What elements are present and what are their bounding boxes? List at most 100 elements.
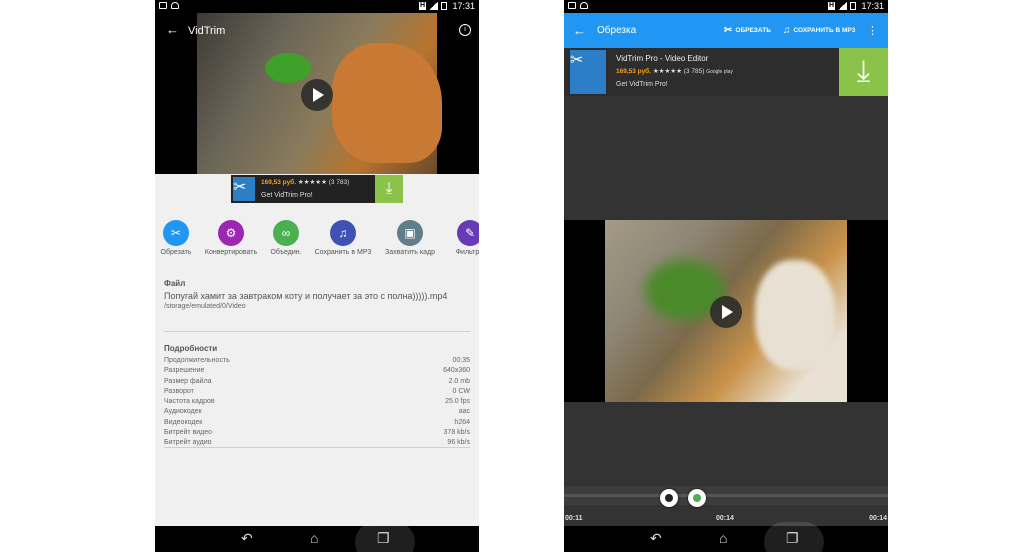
file-section: Файл Попугай хамит за завтраком коту и п…	[164, 279, 470, 310]
timeline-end-time: 00:14	[869, 515, 887, 522]
save-mp3-label: СОХРАНИТЬ В MP3	[793, 27, 856, 34]
trim-timeline[interactable]: 00:11 00:14 00:14	[564, 486, 888, 522]
action-bar: ✂ Обрезать ⚙ Конвертировать ∞ Объедин. ♫ Сохран…	[155, 220, 479, 260]
ad-cta: Get VidTrim Pro!	[261, 192, 313, 199]
system-nav-bar: ↶ ⌂ ❐	[155, 522, 479, 552]
scissors-icon: ✂	[163, 220, 189, 246]
timeline-start-time: 00:11	[565, 515, 583, 522]
timeline-current-time: 00:14	[716, 515, 734, 522]
video-preview[interactable]: ← VidTrim i	[155, 13, 479, 174]
detail-value: 25.0 fps	[445, 398, 470, 406]
signal-icon	[429, 2, 438, 10]
detail-row: Видеокодек h264	[164, 418, 470, 428]
detail-row: Частота кадров 25.0 fps	[164, 397, 470, 407]
back-arrow-icon[interactable]: ←	[166, 22, 179, 37]
detail-value: aac	[458, 408, 470, 416]
detail-row: Разворот 0 CW	[164, 387, 470, 397]
trim-button[interactable]: ✂ ОБРЕЗАТЬ	[724, 25, 771, 36]
image-icon: ▣	[397, 220, 423, 246]
ad-price: 169,53 руб.	[261, 179, 297, 186]
action-label: Конвертировать	[204, 249, 258, 256]
action-music-file[interactable]: ♫ Сохранить в MP3	[313, 220, 373, 256]
ad-app-name: VidTrim Pro - Video Editor	[616, 54, 709, 63]
action-label: Захватить кадр	[384, 249, 435, 256]
screen-title: Обрезка	[597, 25, 637, 36]
detail-row: Аудиокодек aac	[164, 407, 470, 417]
download-icon[interactable]: ⤓	[375, 175, 403, 203]
network-type-icon: H	[418, 2, 426, 10]
detail-label: Размер файла	[164, 377, 212, 385]
action-image[interactable]: ▣ Захватить кадр	[380, 220, 440, 256]
ad-banner[interactable]: 169,53 руб. ★★★★★ (3 783) Get VidTrim Pr…	[231, 175, 403, 203]
detail-value: 00:35	[452, 357, 470, 364]
action-label: Обрезать	[160, 249, 192, 256]
trim-end-handle[interactable]	[688, 489, 706, 507]
recent-apps-icon[interactable]: ❐	[786, 530, 799, 547]
details-section: Подробности Продолжительность 00:35 Разреш…	[164, 344, 470, 449]
detail-value: 0 CW	[452, 387, 471, 395]
action-magic-wand[interactable]: ✎ Фильтры	[440, 220, 479, 256]
video-preview[interactable]	[564, 220, 888, 402]
home-icon[interactable]: ⌂	[310, 530, 318, 546]
action-label: Объедин.	[270, 249, 302, 256]
battery-icon	[441, 2, 447, 10]
trim-label: ОБРЕЗАТЬ	[735, 27, 771, 34]
detail-row: Продолжительность 00:35	[164, 356, 470, 366]
action-scissors[interactable]: ✂ Обрезать	[155, 220, 206, 256]
trim-start-handle[interactable]	[660, 489, 678, 507]
detail-value: h264	[454, 418, 470, 426]
timeline-track	[564, 494, 888, 497]
ad-rating: ★★★★★ (3 783)	[297, 179, 350, 186]
overflow-menu-icon[interactable]: ⋮	[867, 24, 878, 37]
detail-value: 2.0 mb	[448, 377, 470, 385]
ad-banner[interactable]: VidTrim Pro - Video Editor 169,53 руб. ★…	[564, 48, 888, 96]
status-time: 17:31	[861, 1, 884, 11]
parrot-image	[265, 53, 311, 83]
action-label: Сохранить в MP3	[314, 249, 372, 256]
music-file-icon: ♫	[783, 25, 791, 36]
video-details-screen: H 17:31 ← VidTrim i 169,53 руб. ★★★★★ (3…	[155, 0, 479, 552]
file-heading: Файл	[164, 279, 186, 288]
vidtrim-logo-icon	[570, 50, 606, 94]
file-path: /storage/emulated/0/Video	[164, 303, 246, 310]
recent-apps-icon[interactable]: ❐	[377, 530, 390, 547]
scissors-icon: ✂	[724, 25, 733, 36]
detail-label: Продолжительность	[164, 357, 230, 364]
detail-label: Разрешение	[164, 367, 205, 375]
file-name: Попугай хамит за завтраком коту и получа…	[164, 291, 448, 301]
detail-row: Разрешение 640x360	[164, 366, 470, 376]
network-type-icon: H	[827, 2, 835, 10]
notification-icon	[159, 2, 167, 9]
action-label: Фильтры	[455, 249, 479, 256]
download-icon[interactable]: ⤓	[839, 48, 888, 96]
signal-icon	[838, 2, 847, 10]
save-mp3-button[interactable]: ♫ СОХРАНИТЬ В MP3	[783, 25, 855, 36]
status-bar: H 17:31	[564, 0, 888, 13]
gears-icon: ⚙	[218, 220, 244, 246]
system-nav-bar: ↶ ⌂ ❐	[564, 522, 888, 552]
back-icon[interactable]: ↶	[241, 530, 253, 547]
action-link[interactable]: ∞ Объедин.	[256, 220, 316, 256]
action-gears[interactable]: ⚙ Конвертировать	[201, 220, 261, 256]
detail-value: 640x360	[443, 367, 470, 375]
play-button[interactable]	[710, 296, 742, 328]
back-icon[interactable]: ↶	[650, 530, 662, 547]
battery-icon	[850, 2, 856, 10]
detail-label: Аудиокодек	[164, 408, 202, 416]
cat-image	[332, 43, 442, 163]
status-time: 17:31	[452, 1, 475, 11]
notification-icon	[568, 2, 576, 9]
vidtrim-logo-icon	[233, 177, 255, 201]
detail-row: Размер файла 2.0 mb	[164, 377, 470, 387]
ad-rating: ★★★★★ (3 785)	[652, 68, 705, 75]
android-icon	[580, 2, 588, 9]
toolbar: ← Обрезка ✂ ОБРЕЗАТЬ ♫ СОХРАНИТЬ В MP3 ⋮	[564, 13, 888, 48]
divider	[164, 447, 470, 448]
home-icon[interactable]: ⌂	[719, 530, 727, 546]
play-button[interactable]	[301, 79, 333, 111]
detail-row: Битрейт видео 378 kb/s	[164, 428, 470, 438]
info-icon[interactable]: i	[459, 24, 471, 36]
ad-price: 169,53 руб.	[616, 68, 652, 75]
back-arrow-icon[interactable]: ←	[573, 23, 586, 38]
trim-screen: H 17:31 ← Обрезка ✂ ОБРЕЗАТЬ ♫ СОХРАНИТЬ…	[564, 0, 888, 552]
